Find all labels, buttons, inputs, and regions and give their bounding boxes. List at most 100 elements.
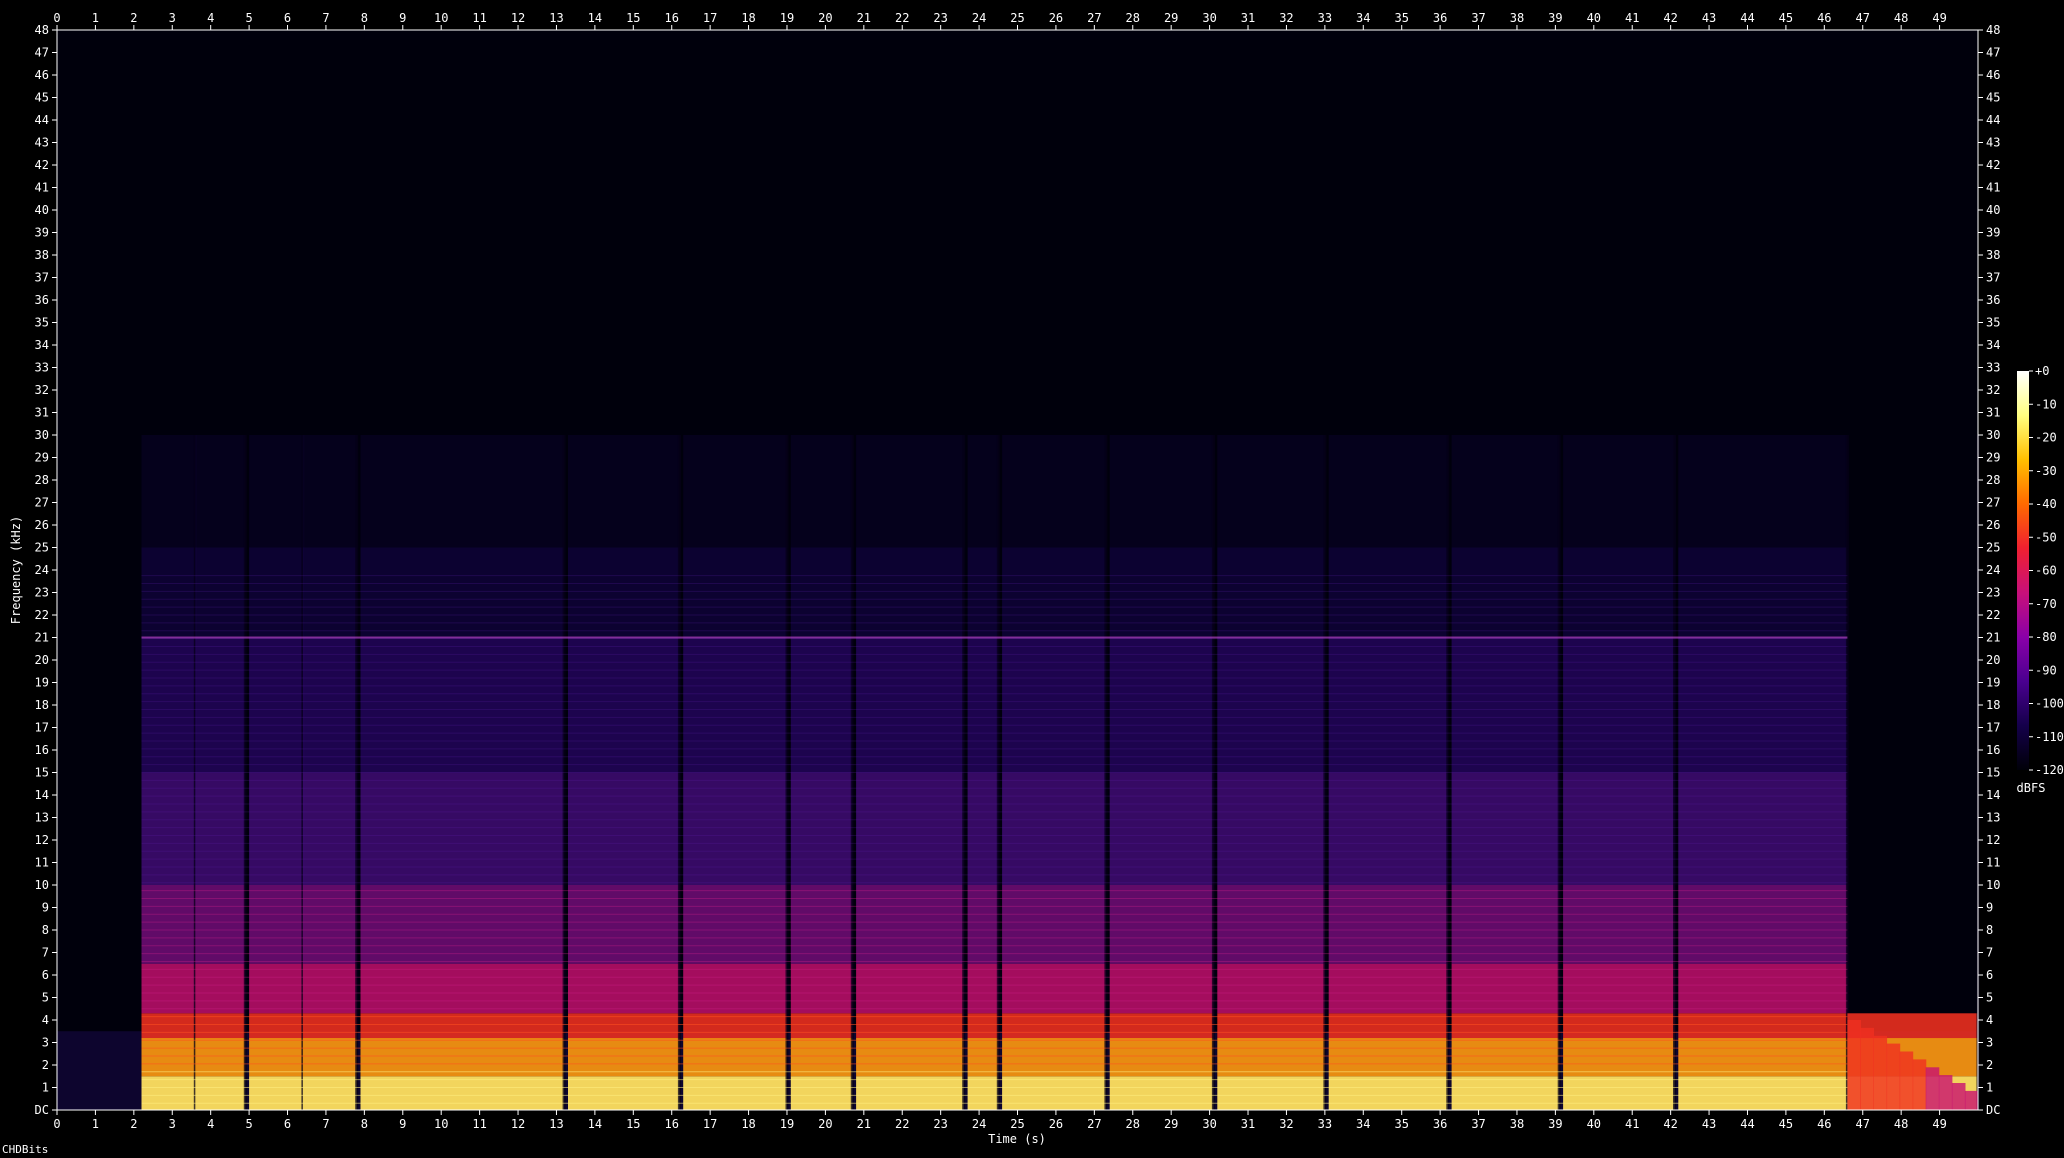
energy-band — [1109, 772, 1214, 885]
x-axis-top: 0 1 2 3 4 5 6 7 8 9 10 11 12 13 14 15 16 17 18 19 20 21 22 23 24… — [53, 11, 1947, 30]
y-tick-label: 18 — [35, 698, 49, 712]
y-tick-label: 21 — [1986, 631, 2000, 645]
energy-band — [1109, 435, 1214, 548]
x-tick-label: 13 — [549, 1117, 563, 1131]
x-tick-label: 44 — [1740, 1117, 1754, 1131]
energy-band — [1328, 772, 1448, 885]
x-tick-label: 4 — [207, 1117, 214, 1131]
spectrogram-chart: 0 1 2 3 4 5 6 7 8 9 10 11 12 13 14 15 16 17 18 19 20 21 22 23 24… — [9, 11, 2064, 1146]
x-tick-label: 3 — [169, 1117, 176, 1131]
x-tick-label: 18 — [741, 1117, 755, 1131]
energy-band — [1328, 637, 1448, 773]
y-tick-label: 34 — [35, 338, 49, 352]
y-tick-label: 19 — [1986, 676, 2000, 690]
energy-band — [967, 435, 999, 548]
y-tick-label: 36 — [1986, 293, 2000, 307]
y-tick-label: 14 — [1986, 788, 2000, 802]
energy-band — [141, 637, 196, 773]
y-tick-label: 24 — [1986, 563, 2000, 577]
x-tick-label: 20 — [818, 1117, 832, 1131]
y-tick-label: 13 — [1986, 811, 2000, 825]
x-tick-label: 36 — [1433, 11, 1447, 25]
energy-band — [1328, 547, 1448, 638]
x-tick-label: 30 — [1202, 1117, 1216, 1131]
energy-band — [1217, 1038, 1325, 1077]
y-tick-label: 45 — [35, 91, 49, 105]
energy-band — [360, 435, 565, 548]
energy-band — [856, 547, 964, 638]
y-tick-label: 16 — [1986, 743, 2000, 757]
x-tick-label: 43 — [1702, 11, 1716, 25]
energy-band — [249, 435, 303, 548]
energy-band — [1217, 885, 1325, 964]
x-tick-label: 49 — [1932, 1117, 1946, 1131]
energy-band — [195, 885, 246, 964]
y-tick-label: 29 — [1986, 451, 2000, 465]
energy-band — [360, 772, 565, 885]
x-tick-label: 41 — [1625, 1117, 1639, 1131]
y-tick-label: 44 — [1986, 113, 2000, 127]
energy-band — [683, 435, 787, 548]
x-tick-label: 31 — [1241, 11, 1255, 25]
energy-band — [1002, 963, 1106, 1014]
energy-band — [1002, 547, 1106, 638]
energy-band — [195, 772, 246, 885]
energy-band — [360, 547, 565, 638]
y-tick-label: 37 — [1986, 271, 2000, 285]
energy-band — [1563, 772, 1675, 885]
energy-band — [1217, 547, 1325, 638]
x-tick-label: 7 — [322, 11, 329, 25]
x-tick-label: 46 — [1817, 1117, 1831, 1131]
y-tick-label: 20 — [1986, 653, 2000, 667]
x-tick-label: 14 — [588, 1117, 602, 1131]
y-axis-left: DC12345678910111213141516171819202122232… — [35, 23, 57, 1117]
energy-band — [249, 1076, 303, 1111]
y-tick-label: 12 — [35, 833, 49, 847]
y-tick-label: 3 — [42, 1036, 49, 1050]
x-tick-label: 36 — [1433, 1117, 1447, 1131]
x-tick-label: 23 — [933, 11, 947, 25]
x-tick-label: 10 — [434, 1117, 448, 1131]
x-tick-label: 19 — [780, 11, 794, 25]
y-tick-label: 47 — [1986, 46, 2000, 60]
energy-band — [249, 637, 303, 773]
x-tick-label: 42 — [1663, 1117, 1677, 1131]
y-tick-label: 30 — [1986, 428, 2000, 442]
y-tick-label: 41 — [35, 181, 49, 195]
x-tick-label: 35 — [1394, 1117, 1408, 1131]
x-tick-label: 12 — [511, 1117, 525, 1131]
colorbar-tick-label: -70 — [2035, 597, 2057, 611]
energy-band — [1563, 637, 1675, 773]
app-name-label: CHDBits — [2, 1143, 49, 1156]
energy-band — [683, 637, 787, 773]
x-tick-label: 8 — [361, 1117, 368, 1131]
energy-band — [856, 885, 964, 964]
energy-band — [790, 1076, 853, 1111]
energy-band — [1678, 1038, 1848, 1077]
colorbar: +0 -10 -20 -30 -40 -50 -60 -70 -80 -90 -100 -110 -12… — [2017, 364, 2064, 795]
x-tick-label: 1 — [92, 1117, 99, 1131]
energy-band — [683, 1038, 787, 1077]
energy-band — [568, 772, 680, 885]
energy-band — [1451, 772, 1560, 885]
x-tick-label: 31 — [1241, 1117, 1255, 1131]
energy-band — [790, 547, 853, 638]
energy-band — [249, 963, 303, 1014]
energy-band — [195, 637, 246, 773]
energy-band — [683, 772, 787, 885]
y-tick-label: 13 — [35, 811, 49, 825]
y-tick-label: 42 — [35, 158, 49, 172]
energy-band — [1451, 1076, 1560, 1111]
energy-band — [360, 963, 565, 1014]
energy-band — [141, 885, 196, 964]
colorbar-tick-label: -30 — [2035, 464, 2057, 478]
x-tick-label: 5 — [245, 1117, 252, 1131]
energy-band — [856, 435, 964, 548]
x-tick-label: 49 — [1932, 11, 1946, 25]
x-tick-label: 22 — [895, 1117, 909, 1131]
fade-out-band — [1899, 1051, 1914, 1110]
x-tick-label: 17 — [703, 1117, 717, 1131]
x-tick-label: 20 — [818, 11, 832, 25]
y-tick-label: 5 — [42, 991, 49, 1005]
y-tick-label: 46 — [35, 68, 49, 82]
